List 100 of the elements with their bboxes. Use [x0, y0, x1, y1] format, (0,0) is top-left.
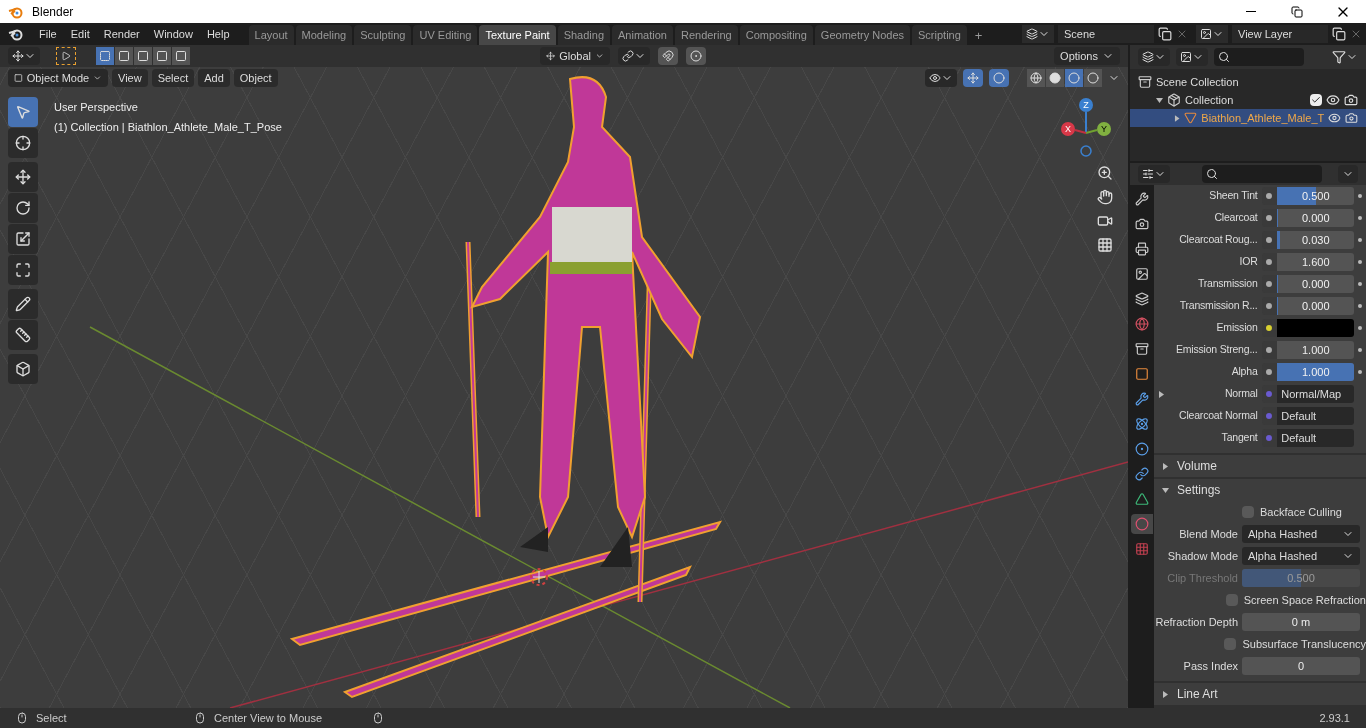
move-tool-button[interactable]: [8, 162, 38, 192]
y-axis-handle[interactable]: Y: [1097, 122, 1111, 136]
outliner-row[interactable]: Scene Collection: [1130, 73, 1366, 91]
search-field[interactable]: [1214, 48, 1304, 66]
view-layer-field[interactable]: View Layer: [1232, 25, 1328, 43]
add-workspace-button[interactable]: +: [968, 25, 989, 45]
workspace-tab[interactable]: Scripting: [912, 25, 967, 45]
editor-type-button[interactable]: [1138, 165, 1170, 183]
menu-item[interactable]: Select: [151, 69, 195, 87]
eye-icon[interactable]: [1326, 93, 1340, 107]
add-cube-tool-button[interactable]: [8, 354, 38, 384]
scene-selector[interactable]: [1022, 25, 1054, 43]
close-icon[interactable]: [1176, 28, 1188, 40]
close-icon[interactable]: [1350, 28, 1362, 40]
slider-field[interactable]: 0.000: [1277, 209, 1355, 227]
workspace-tab[interactable]: Layout: [248, 25, 294, 45]
visibility-dropdown[interactable]: [925, 69, 957, 87]
number-field[interactable]: 1.000: [1277, 341, 1355, 359]
dropdown[interactable]: Alpha Hashed: [1242, 525, 1360, 543]
slider-field[interactable]: 0.000: [1277, 297, 1355, 315]
panel-header[interactable]: Settings: [1154, 479, 1366, 501]
shading-mode-button[interactable]: [1046, 69, 1064, 87]
outliner-row[interactable]: Biathlon_Athlete_Male_T: [1130, 109, 1366, 127]
number-field[interactable]: 1.600: [1277, 253, 1355, 271]
camera-icon[interactable]: [1344, 93, 1358, 107]
selection-mode-button[interactable]: [153, 47, 171, 65]
shading-mode-button[interactable]: [1027, 69, 1045, 87]
socket-icon[interactable]: [1266, 369, 1273, 375]
hand-icon[interactable]: [1097, 189, 1113, 205]
menu-item[interactable]: Edit: [63, 24, 97, 44]
zoom-icon[interactable]: [1097, 165, 1113, 181]
slider-field[interactable]: 0.000: [1277, 275, 1355, 293]
pivot-dropdown[interactable]: [618, 47, 651, 65]
negative-z-axis-handle[interactable]: [1080, 145, 1092, 157]
collapsed-arrow-icon[interactable]: [1162, 690, 1169, 698]
workspace-tab[interactable]: Geometry Nodes: [814, 25, 910, 45]
socket-icon[interactable]: [1266, 325, 1273, 331]
options-dropdown[interactable]: [1338, 165, 1358, 183]
duplicate-icon[interactable]: [1332, 27, 1346, 41]
panel-header[interactable]: Volume: [1154, 455, 1366, 477]
selection-mode-button[interactable]: [115, 47, 133, 65]
socket-icon[interactable]: [1266, 281, 1273, 287]
snap-toggle[interactable]: [658, 47, 679, 65]
menu-item[interactable]: File: [32, 24, 64, 44]
expanded-arrow-icon[interactable]: [1162, 486, 1169, 494]
search-field[interactable]: [1202, 165, 1322, 183]
linked-input-field[interactable]: Normal/Map: [1277, 385, 1355, 403]
linked-input-field[interactable]: Default: [1277, 429, 1355, 447]
socket-icon[interactable]: [1266, 303, 1273, 309]
scale-tool-button[interactable]: [8, 224, 38, 254]
expanded-arrow-icon[interactable]: [1156, 96, 1163, 104]
measure-tool-button[interactable]: [8, 320, 38, 350]
workspace-tab[interactable]: Texture Paint: [479, 25, 556, 45]
color-swatch[interactable]: [1277, 319, 1355, 337]
options-dropdown[interactable]: Options: [1054, 47, 1120, 65]
checkbox-option[interactable]: Backface Culling: [1242, 503, 1342, 521]
socket-icon[interactable]: [1266, 347, 1273, 353]
selection-mode-button[interactable]: [172, 47, 190, 65]
panel-header[interactable]: Line Art: [1154, 683, 1366, 705]
menu-item[interactable]: Object: [233, 69, 278, 87]
checkbox[interactable]: [1224, 638, 1237, 650]
annotate-tool-button[interactable]: [8, 289, 38, 319]
gizmo-toggle[interactable]: [963, 69, 983, 87]
camera-icon[interactable]: [1097, 213, 1113, 229]
selection-mode-button[interactable]: [96, 47, 114, 65]
checkbox-option[interactable]: Screen Space Refraction: [1225, 591, 1366, 609]
shading-mode-button[interactable]: [1084, 69, 1102, 87]
tool-button[interactable]: [56, 47, 76, 65]
checkbox[interactable]: [1242, 506, 1254, 518]
socket-icon[interactable]: [1266, 259, 1273, 265]
workspace-tab[interactable]: Modeling: [295, 25, 353, 45]
slider-field[interactable]: 0.500: [1277, 187, 1355, 205]
outliner-row[interactable]: Collection: [1130, 91, 1366, 109]
duplicate-icon[interactable]: [1158, 27, 1172, 41]
socket-icon[interactable]: [1266, 193, 1273, 199]
transform-pivot-button[interactable]: [8, 47, 40, 65]
number-field[interactable]: 0: [1242, 657, 1360, 675]
workspace-tab[interactable]: UV Editing: [413, 25, 478, 45]
grid-icon[interactable]: [1097, 237, 1113, 253]
mode-dropdown[interactable]: Object Mode: [8, 69, 108, 87]
z-axis-handle[interactable]: Z: [1079, 98, 1093, 112]
x-axis-handle[interactable]: X: [1061, 122, 1075, 136]
socket-icon[interactable]: [1266, 215, 1273, 221]
select-tool-button[interactable]: [8, 97, 38, 127]
dropdown[interactable]: Alpha Hashed: [1242, 547, 1360, 565]
workspace-tab[interactable]: Sculpting: [354, 25, 412, 45]
socket-icon[interactable]: [1266, 237, 1273, 243]
collapsed-arrow-icon[interactable]: [1174, 114, 1181, 122]
transform-tool-button[interactable]: [8, 255, 38, 285]
menu-item[interactable]: Render: [96, 24, 147, 44]
display-mode-button[interactable]: [1138, 48, 1170, 66]
collapsed-arrow-icon[interactable]: [1158, 390, 1165, 398]
checkbox[interactable]: [1225, 594, 1238, 606]
collapsed-arrow-icon[interactable]: [1162, 462, 1169, 470]
slider-field[interactable]: 1.000: [1277, 363, 1355, 381]
selection-mode-button[interactable]: [134, 47, 152, 65]
checkbox-option[interactable]: Subsurface Translucency: [1224, 635, 1366, 653]
view-layer-selector[interactable]: [1196, 25, 1228, 43]
scene-field[interactable]: Scene: [1058, 25, 1154, 43]
linked-input-field[interactable]: Default: [1277, 407, 1355, 425]
